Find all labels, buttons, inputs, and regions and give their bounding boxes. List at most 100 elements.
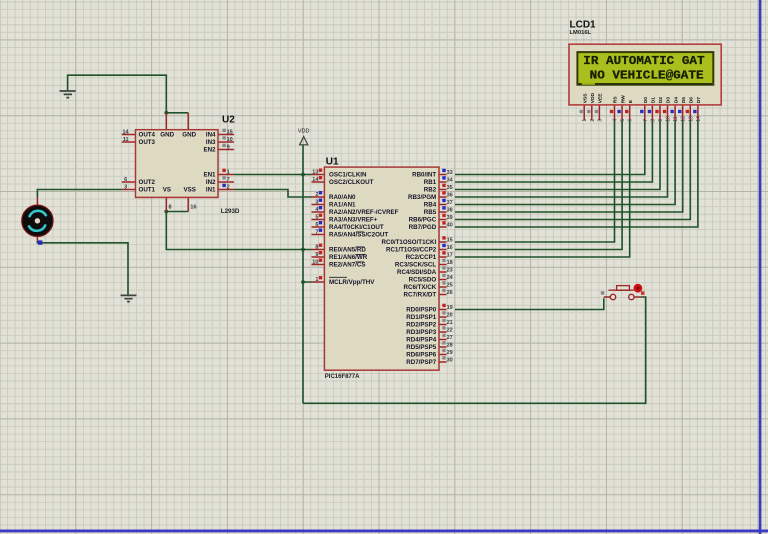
svg-text:D4: D4 <box>673 97 679 104</box>
svg-text:D7: D7 <box>696 97 702 104</box>
svg-text:OSC2/CLKOUT: OSC2/CLKOUT <box>329 179 374 186</box>
svg-text:RS: RS <box>613 96 619 104</box>
svg-text:5: 5 <box>315 215 318 221</box>
svg-text:RC6/TX/CK: RC6/TX/CK <box>404 284 437 291</box>
svg-text:GND: GND <box>160 132 174 139</box>
svg-text:MCLR/Vpp/THV: MCLR/Vpp/THV <box>329 279 375 286</box>
svg-text:24: 24 <box>447 275 454 281</box>
svg-text:RC3/SCK/SCL: RC3/SCK/SCL <box>395 262 436 269</box>
svg-text:26: 26 <box>447 290 453 296</box>
svg-text:VEE: VEE <box>598 93 604 104</box>
svg-text:LM016L: LM016L <box>570 30 592 36</box>
svg-text:33: 33 <box>447 170 453 176</box>
svg-text:6: 6 <box>628 119 634 122</box>
svg-text:RB3/PGM: RB3/PGM <box>408 194 436 201</box>
svg-text:RB7/PGD: RB7/PGD <box>409 224 437 231</box>
svg-text:IN3: IN3 <box>206 139 216 146</box>
svg-text:39: 39 <box>447 215 453 221</box>
svg-text:OUT2: OUT2 <box>139 179 156 186</box>
svg-text:IN1: IN1 <box>206 187 216 194</box>
svg-text:1: 1 <box>582 119 588 122</box>
svg-text:7: 7 <box>643 119 649 122</box>
svg-text:IN4: IN4 <box>206 132 216 139</box>
svg-text:OSC1/CLKIN: OSC1/CLKIN <box>329 172 367 179</box>
svg-text:30: 30 <box>447 358 453 364</box>
svg-text:RE1/AN6/WR: RE1/AN6/WR <box>329 254 368 261</box>
svg-text:NO VEHICLE@GATE: NO VEHICLE@GATE <box>590 69 704 83</box>
svg-text:7: 7 <box>227 177 230 183</box>
svg-text:28: 28 <box>447 343 453 349</box>
svg-text:RB5: RB5 <box>424 209 437 216</box>
svg-text:13: 13 <box>688 116 694 122</box>
svg-text:D5: D5 <box>681 97 687 104</box>
svg-text:OUT1: OUT1 <box>139 187 156 194</box>
svg-text:3: 3 <box>124 185 127 191</box>
svg-text:VDD: VDD <box>298 128 310 134</box>
svg-text:19: 19 <box>447 305 453 311</box>
svg-text:RA0/AN0: RA0/AN0 <box>329 194 356 201</box>
svg-text:15: 15 <box>447 238 453 244</box>
svg-text:2: 2 <box>590 119 596 122</box>
svg-text:13: 13 <box>312 170 318 176</box>
svg-text:RB2: RB2 <box>424 187 437 194</box>
svg-text:14: 14 <box>122 130 129 136</box>
svg-text:11: 11 <box>123 137 129 143</box>
svg-text:8: 8 <box>650 119 656 122</box>
svg-text:3: 3 <box>315 200 318 206</box>
svg-text:22: 22 <box>447 328 453 334</box>
svg-text:20: 20 <box>447 313 453 319</box>
svg-text:35: 35 <box>447 185 453 191</box>
svg-text:9: 9 <box>658 119 664 122</box>
svg-text:IR AUTOMATIC GAT: IR AUTOMATIC GAT <box>583 54 705 68</box>
svg-text:38: 38 <box>447 208 453 214</box>
svg-text:2: 2 <box>315 192 318 198</box>
svg-text:D6: D6 <box>689 97 695 104</box>
svg-text:IN2: IN2 <box>206 179 216 186</box>
svg-text:RW: RW <box>620 95 626 103</box>
svg-text:OUT4: OUT4 <box>139 132 156 139</box>
svg-text:RB4: RB4 <box>424 202 437 209</box>
svg-text:37: 37 <box>447 200 453 206</box>
svg-text:8: 8 <box>169 204 172 210</box>
svg-text:14: 14 <box>312 177 319 183</box>
svg-text:RA5/AN4/SS/C2OUT: RA5/AN4/SS/C2OUT <box>329 232 388 239</box>
svg-text:RA4/T0CKI/C1OUT: RA4/T0CKI/C1OUT <box>329 224 384 231</box>
svg-text:RB6/PGC: RB6/PGC <box>409 217 437 224</box>
svg-text:9: 9 <box>227 145 230 151</box>
svg-text:EN1: EN1 <box>203 172 216 179</box>
svg-text:1: 1 <box>227 170 230 176</box>
svg-text:RA2/AN2/VREF-/CVREF: RA2/AN2/VREF-/CVREF <box>329 209 399 216</box>
svg-text:RC0/T1OSO/T1CKI: RC0/T1OSO/T1CKI <box>382 239 437 246</box>
svg-text:7: 7 <box>315 230 318 236</box>
svg-text:10: 10 <box>666 116 672 122</box>
svg-text:29: 29 <box>447 350 453 356</box>
svg-text:1: 1 <box>315 277 318 283</box>
svg-text:RB0/INT: RB0/INT <box>412 172 436 179</box>
svg-text:23: 23 <box>447 268 453 274</box>
svg-text:8: 8 <box>315 245 318 251</box>
svg-text:LCD1: LCD1 <box>570 20 597 31</box>
svg-text:11: 11 <box>673 116 679 121</box>
svg-text:21: 21 <box>447 320 453 326</box>
svg-text:RC4/SDI/SDA: RC4/SDI/SDA <box>397 269 437 276</box>
svg-text:D3: D3 <box>666 97 672 104</box>
svg-text:OUT3: OUT3 <box>139 139 156 146</box>
svg-text:RD5/PSP5: RD5/PSP5 <box>406 344 436 351</box>
svg-text:RC5/SDO: RC5/SDO <box>409 277 437 284</box>
svg-text:10: 10 <box>227 137 233 143</box>
svg-text:36: 36 <box>447 193 453 199</box>
svg-text:RE2/AN7/CS: RE2/AN7/CS <box>329 262 365 269</box>
svg-text:RC7/RX/DT: RC7/RX/DT <box>404 292 437 299</box>
svg-text:16: 16 <box>190 204 196 210</box>
svg-text:RB1: RB1 <box>424 179 437 186</box>
svg-text:VS: VS <box>163 187 171 194</box>
svg-text:VSS: VSS <box>582 93 588 104</box>
svg-text:RE0/AN5/RD: RE0/AN5/RD <box>329 247 366 254</box>
svg-text:10: 10 <box>312 260 318 266</box>
svg-text:5: 5 <box>620 119 626 122</box>
svg-text:40: 40 <box>447 223 453 229</box>
svg-text:3: 3 <box>597 119 603 122</box>
svg-text:RC2/CCP1: RC2/CCP1 <box>406 254 437 261</box>
svg-text:RA1/AN1: RA1/AN1 <box>329 202 356 209</box>
svg-text:EN2: EN2 <box>203 147 216 154</box>
